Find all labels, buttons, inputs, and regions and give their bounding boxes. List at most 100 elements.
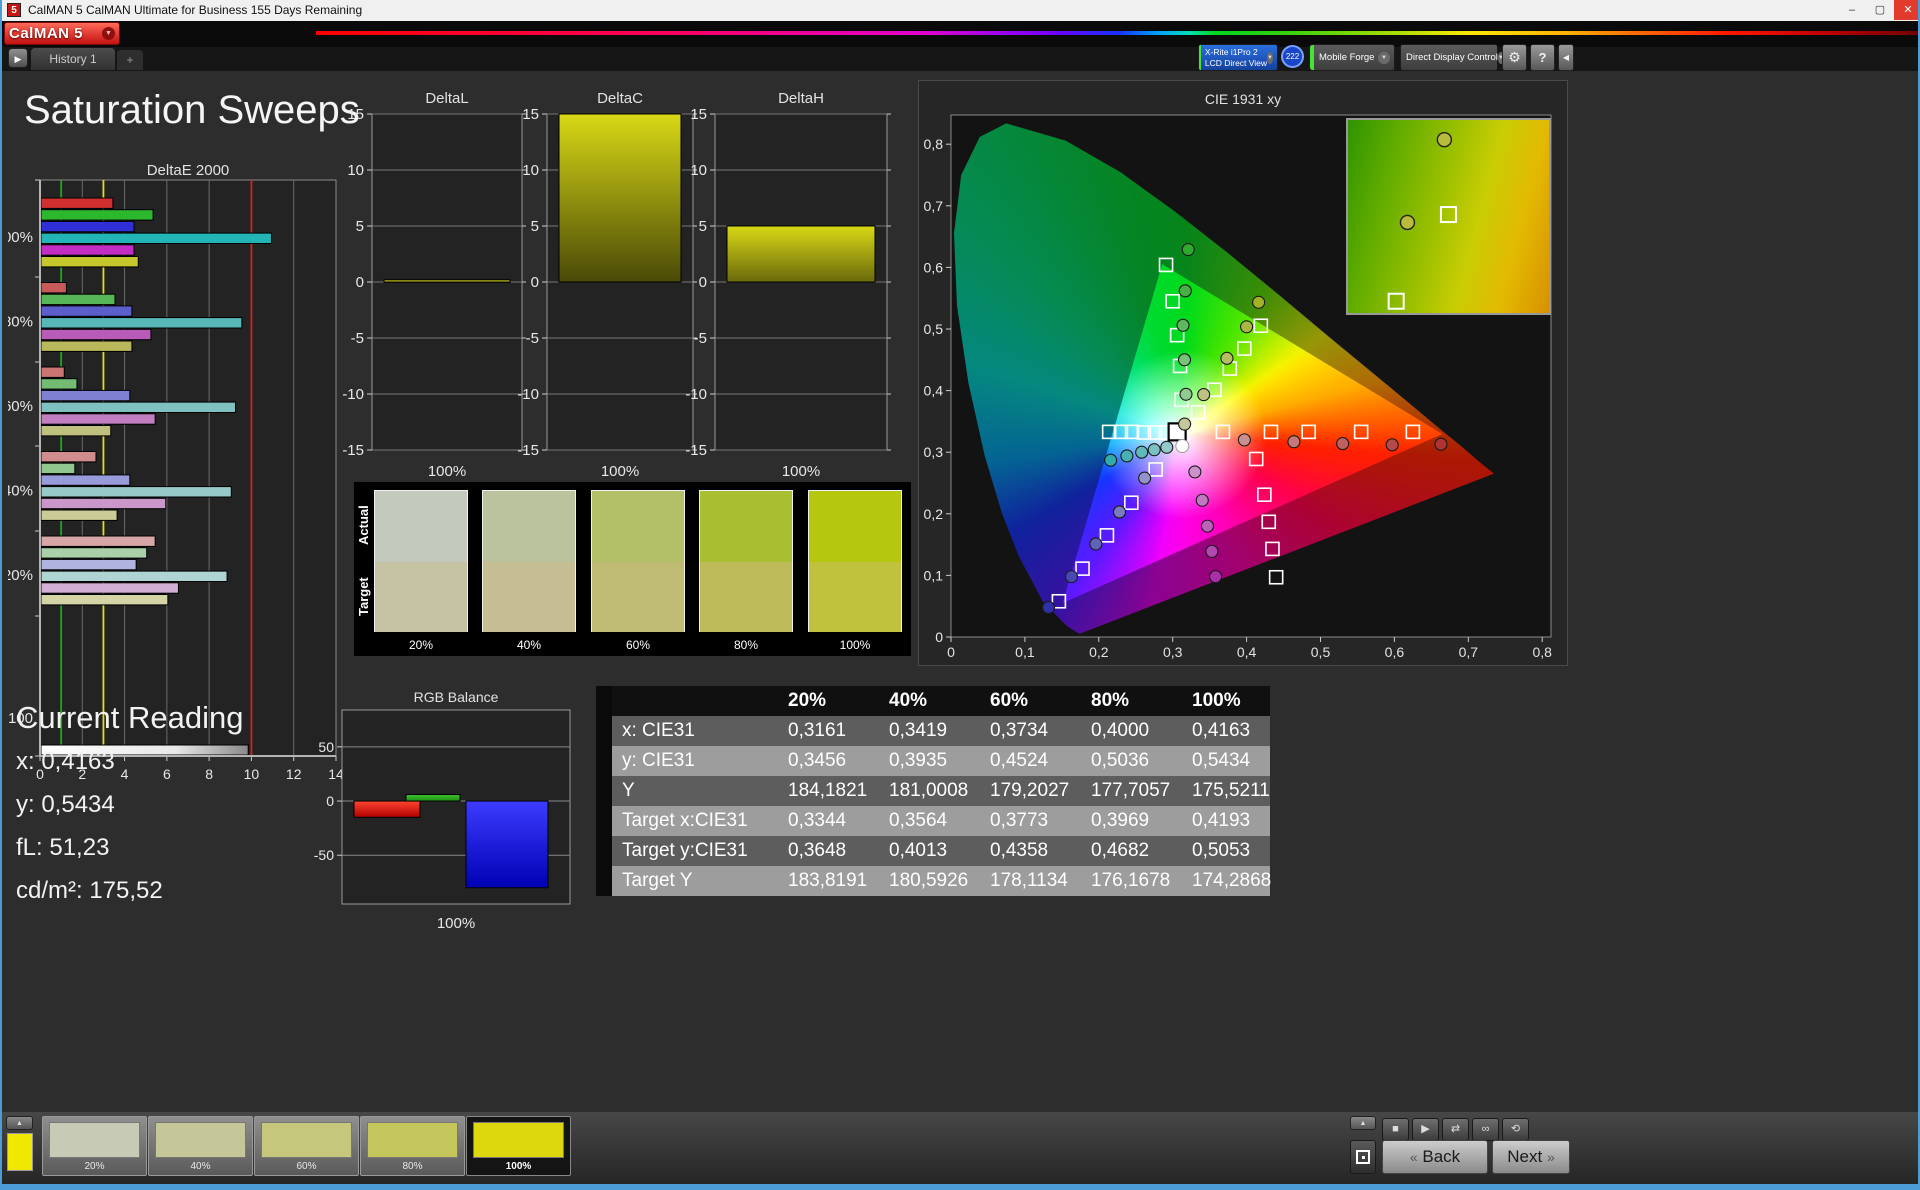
svg-text:0,1: 0,1 (1015, 644, 1035, 660)
reading-fl: fL: 51,23 (16, 834, 110, 861)
cie-measured-marker (1179, 387, 1193, 401)
meter-mode: LCD Direct View (1204, 57, 1268, 68)
source-name: Mobile Forge (1319, 52, 1375, 63)
table-cell: 0,3935 (889, 750, 948, 771)
swatch-label: 80% (733, 638, 759, 652)
step-icon[interactable]: ⇄ (1442, 1118, 1469, 1141)
patch-up-arrow-icon[interactable]: ▲ (6, 1116, 33, 1130)
cie-target-marker (1301, 424, 1316, 440)
loop-icon[interactable]: ⟲ (1502, 1118, 1529, 1141)
table-cell: 180,5926 (889, 870, 969, 891)
svg-text:0,5: 0,5 (924, 321, 944, 337)
cie-target-marker (1265, 541, 1280, 557)
svg-text:0,7: 0,7 (924, 198, 944, 214)
collapse-panel-icon[interactable]: ◀ (1558, 44, 1574, 71)
table-cell: 0,3344 (788, 810, 847, 831)
patch-window-button[interactable] (1350, 1140, 1376, 1174)
svg-text:100%: 100% (782, 463, 820, 480)
cie-measured-marker (1178, 417, 1192, 431)
cie-measured-marker (1138, 471, 1152, 485)
svg-text:100%: 100% (601, 463, 639, 480)
add-tab-button[interactable]: + (117, 50, 143, 70)
svg-text:100%: 100% (437, 915, 475, 932)
deltae-bar (40, 462, 76, 475)
deltae-bar (40, 378, 78, 390)
chevron-down-icon: ▼ (1378, 51, 1390, 64)
cie-measured-marker (1209, 570, 1223, 584)
patch-thumbnail-60%[interactable]: 60% (254, 1116, 359, 1176)
table-cell: 0,4193 (1192, 810, 1251, 831)
table-row: Target x:CIE31 0,3344 0,3564 0,3773 0,3969 0,… (612, 806, 1270, 836)
source-dropdown[interactable]: Mobile Forge ▼ (1309, 44, 1395, 71)
svg-text:0: 0 (947, 644, 955, 660)
gear-icon[interactable]: ⚙ (1502, 44, 1527, 71)
deltac-chart: DeltaC 15 10 5 0 -5 -10 -15 100% (517, 90, 697, 480)
table-cell: 0,3419 (889, 720, 948, 741)
close-button[interactable]: ✕ (1894, 0, 1918, 20)
table-header-cell: 60% (990, 690, 1029, 711)
page-title: Saturation Sweeps (24, 88, 360, 132)
svg-text:0,4: 0,4 (924, 383, 944, 399)
table-cell: 0,4682 (1091, 840, 1150, 861)
minimize-button[interactable]: – (1838, 0, 1866, 20)
svg-text:5: 5 (699, 218, 707, 235)
table-row: y: CIE31 0,3456 0,3935 0,4524 0,5036 0,5434 (612, 746, 1270, 776)
deltae-bar (40, 547, 148, 559)
table-header-cell: 100% (1192, 690, 1241, 711)
current-reading-title: Current Reading (16, 700, 244, 735)
infinity-icon[interactable]: ∞ (1472, 1118, 1499, 1141)
play-tab-button[interactable]: ▶ (8, 48, 28, 68)
table-cell: 0,3648 (788, 840, 847, 861)
svg-text:0,1: 0,1 (924, 567, 944, 583)
table-row: Target y:CIE31 0,3648 0,4013 0,4358 0,4682 0,… (612, 836, 1270, 866)
svg-text:0: 0 (356, 274, 364, 291)
deltae-bar (40, 389, 131, 402)
maximize-button[interactable]: ▢ (1866, 0, 1894, 20)
inset-target-marker (1387, 292, 1405, 310)
table-cell: 174,2868 (1192, 870, 1272, 891)
svg-text:100%: 100% (8, 229, 33, 246)
back-label: Back (1422, 1147, 1461, 1166)
patch-thumbnail-80%[interactable]: 80% (360, 1116, 465, 1176)
deltal-chart: DeltaL 15 10 5 0 -5 -10 -15 100% (342, 90, 526, 480)
cie-measured-marker (1252, 295, 1266, 309)
cie-measured-marker (1178, 284, 1192, 298)
cie-measured-marker (1287, 435, 1301, 449)
table-cell: 0,3161 (788, 720, 847, 741)
table-header-cell (612, 686, 764, 716)
meter-dropdown[interactable]: X-Rite i1Pro 2 LCD Direct View ▼ (1198, 44, 1278, 71)
cie-target-marker (1263, 424, 1279, 440)
display-control-dropdown[interactable]: Direct Display Control ▼ (1400, 44, 1504, 71)
table-cell: Target x:CIE31 (622, 810, 748, 831)
stop-icon[interactable]: ■ (1382, 1118, 1409, 1141)
svg-text:-5: -5 (526, 330, 539, 347)
cie-measured-marker (1112, 505, 1127, 519)
svg-text:RGB Balance: RGB Balance (414, 689, 499, 705)
svg-text:-15: -15 (517, 442, 539, 459)
play-icon[interactable]: ▶ (1412, 1118, 1439, 1141)
tab-history[interactable]: History 1 (31, 48, 115, 70)
swatch-label: 60% (625, 638, 651, 652)
svg-text:6: 6 (163, 766, 171, 782)
cie-measured-marker (1385, 438, 1399, 452)
next-button[interactable]: Next » (1492, 1140, 1570, 1174)
patch-thumbnail-40%[interactable]: 40% (148, 1116, 253, 1176)
patch-thumbnail-100%[interactable]: 100% (466, 1116, 571, 1176)
tab-row: ▶ History 1 + (2, 47, 1918, 71)
transport-up-arrow-icon[interactable]: ▲ (1350, 1116, 1376, 1130)
back-button[interactable]: « Back (1382, 1140, 1488, 1174)
table-cell: 0,3456 (788, 750, 847, 771)
patch-thumbnail-20%[interactable]: 20% (42, 1116, 147, 1176)
deltae-bar (40, 474, 131, 486)
svg-text:15: 15 (522, 106, 539, 123)
chevron-down-icon: ▼ (1267, 51, 1273, 64)
cie-measured-marker (1147, 443, 1161, 457)
help-icon[interactable]: ? (1530, 44, 1555, 71)
cie-target-marker (1165, 293, 1180, 309)
reading-y: y: 0,5434 (16, 791, 115, 818)
svg-text:0,5: 0,5 (1311, 644, 1331, 660)
svg-text:0,2: 0,2 (924, 506, 944, 522)
cie1931-panel: CIE 1931 xy 0 0,1 0,2 0,3 0,4 0,5 0,6 0,7 0,8 0 0,… (918, 80, 1568, 666)
calman-logo-menu[interactable]: CalMAN 5 ▼ (4, 22, 120, 45)
swatch-label: 20% (408, 638, 434, 652)
